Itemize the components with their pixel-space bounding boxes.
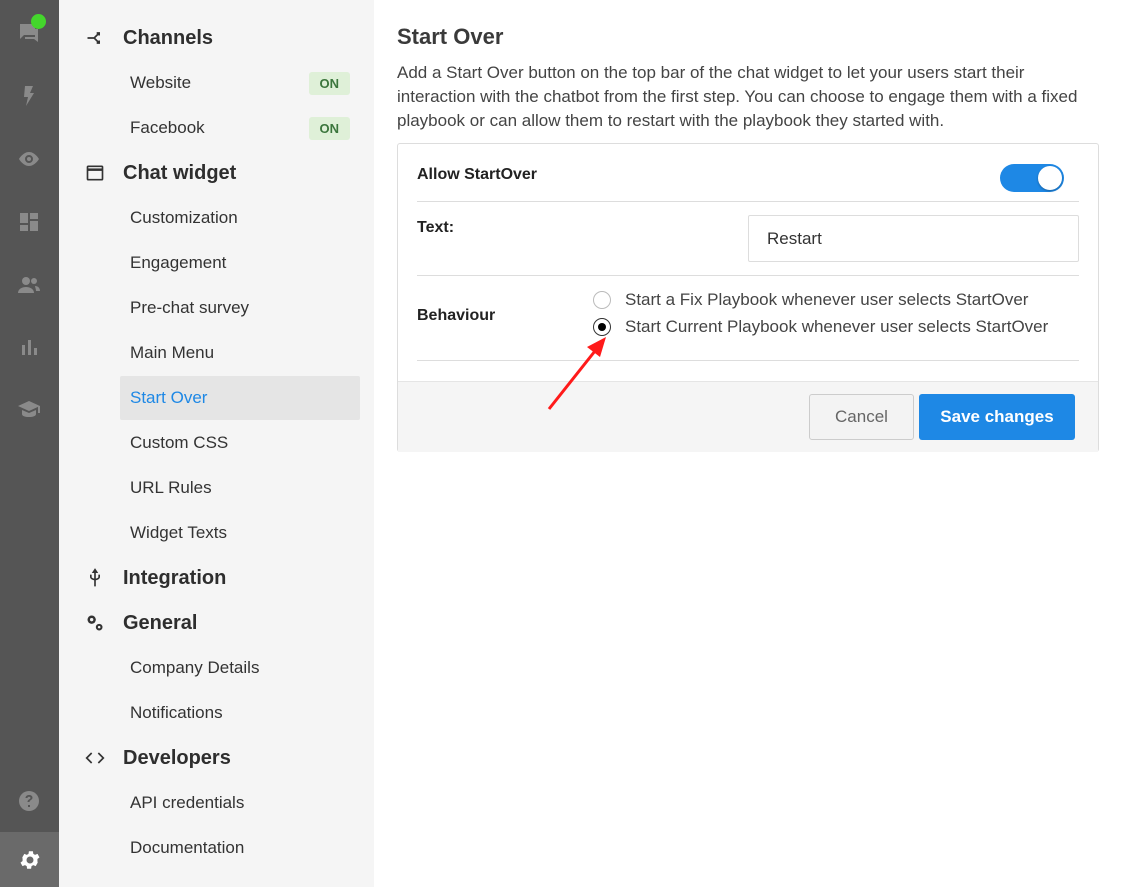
text-label: Text:: [417, 219, 455, 236]
start-over-card: Allow StartOver Text: Behaviour Start a …: [397, 143, 1099, 452]
section-chat-widget[interactable]: Chat widget: [83, 158, 236, 188]
divider: [417, 201, 1079, 202]
behaviour-label: Behaviour: [417, 307, 496, 324]
code-icon: [83, 746, 107, 770]
section-title: Developers: [123, 746, 231, 769]
usb-icon: [83, 566, 107, 590]
nav-item-start-over[interactable]: Start Over: [120, 376, 360, 420]
status-badge: ON: [308, 117, 350, 140]
page-description: Add a Start Over button on the top bar o…: [397, 63, 1078, 130]
cancel-button[interactable]: Cancel: [809, 394, 914, 440]
section-title: Chat widget: [123, 161, 237, 184]
graduation-icon[interactable]: [14, 394, 44, 424]
cogs-icon: [83, 611, 107, 635]
section-developers[interactable]: Developers: [83, 743, 231, 773]
help-icon[interactable]: [14, 786, 44, 816]
divider: [417, 275, 1079, 276]
radio-label: Start Current Playbook whenever user sel…: [625, 317, 1049, 336]
bar-chart-icon[interactable]: [14, 332, 44, 362]
eye-icon[interactable]: [14, 144, 44, 174]
section-integration[interactable]: Integration: [83, 563, 226, 593]
save-changes-button[interactable]: Save changes: [919, 394, 1075, 440]
nav-item-api-credentials[interactable]: API credentials: [120, 781, 360, 825]
gear-icon: [20, 850, 39, 869]
notification-dot: [31, 14, 46, 29]
section-general[interactable]: General: [83, 608, 197, 638]
main-content: Start Over Add a Start Over button on th…: [374, 0, 1122, 887]
users-icon[interactable]: [14, 270, 44, 300]
nav-item-custom-css[interactable]: Custom CSS: [120, 421, 360, 465]
radio-fix-playbook[interactable]: Start a Fix Playbook whenever user selec…: [593, 290, 1028, 310]
nav-item-url-rules[interactable]: URL Rules: [120, 466, 360, 510]
section-title: Integration: [123, 566, 227, 589]
nav-item-label: Facebook: [130, 118, 205, 137]
bolt-icon[interactable]: [14, 81, 44, 111]
nav-item-documentation[interactable]: Documentation: [120, 826, 360, 870]
nav-item-customization[interactable]: Customization: [120, 196, 360, 240]
app-rail: [0, 0, 59, 887]
status-badge: ON: [308, 72, 350, 95]
radio-current-playbook[interactable]: Start Current Playbook whenever user sel…: [593, 317, 1048, 337]
nav-item-engagement[interactable]: Engagement: [120, 241, 360, 285]
nav-item-notifications[interactable]: Notifications: [120, 691, 360, 735]
radio-button[interactable]: [593, 291, 611, 309]
radio-label: Start a Fix Playbook whenever user selec…: [625, 290, 1029, 309]
dashboard-icon[interactable]: [14, 207, 44, 237]
settings-rail-item[interactable]: [0, 832, 59, 887]
nav-item-widget-texts[interactable]: Widget Texts: [120, 511, 360, 555]
nav-item-label: Website: [130, 73, 192, 92]
nav-item-facebook[interactable]: Facebook ON: [120, 106, 360, 150]
section-title: General: [123, 611, 198, 634]
allow-startover-label: Allow StartOver: [417, 166, 538, 183]
nav-item-main-menu[interactable]: Main Menu: [120, 331, 360, 375]
page-title: Start Over: [397, 24, 504, 49]
settings-nav: Channels Website ON Facebook ON Chat wid…: [59, 0, 374, 887]
window-icon: [83, 161, 107, 185]
share-icon: [83, 26, 107, 50]
nav-item-pre-chat-survey[interactable]: Pre-chat survey: [120, 286, 360, 330]
radio-button[interactable]: [593, 318, 611, 336]
divider: [417, 360, 1079, 361]
section-title: Channels: [123, 26, 214, 49]
nav-item-website[interactable]: Website ON: [120, 61, 360, 105]
toggle-knob: [1038, 166, 1062, 190]
card-footer: Cancel Save changes: [398, 381, 1098, 452]
nav-item-company-details[interactable]: Company Details: [120, 646, 360, 690]
section-channels[interactable]: Channels: [83, 23, 213, 53]
startover-text-input[interactable]: [748, 215, 1079, 262]
allow-startover-toggle[interactable]: [1000, 164, 1064, 192]
